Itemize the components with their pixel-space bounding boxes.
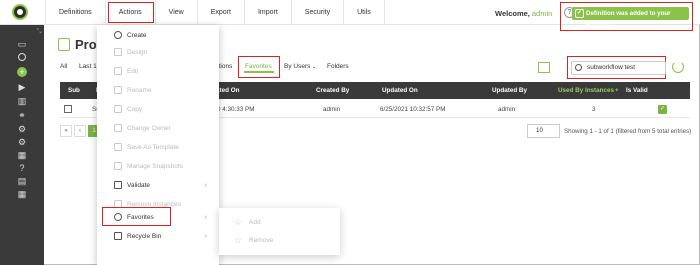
menu-label: Save As Template bbox=[127, 144, 179, 151]
prev-page-button[interactable]: ‹ bbox=[74, 125, 86, 137]
nav-security[interactable]: Security bbox=[292, 0, 345, 25]
nav-actions[interactable]: Actions bbox=[106, 0, 156, 25]
actions-menu: Create Design Edit Rename Copy Change Ow… bbox=[97, 25, 219, 265]
th-created-on[interactable]: ated On bbox=[216, 87, 239, 94]
chevron-right-icon: › bbox=[204, 214, 207, 221]
favorites-submenu: ☆ Add ☆ Remove bbox=[219, 208, 340, 255]
menu-label: Copy bbox=[127, 106, 143, 113]
collapse-icon[interactable]: ⤡ bbox=[34, 27, 44, 37]
tab-folders[interactable]: Folders bbox=[327, 63, 349, 70]
settings-icon[interactable]: ⚙ bbox=[17, 124, 27, 134]
owner-icon bbox=[114, 124, 122, 132]
tab-by-users[interactable]: By Users bbox=[284, 63, 310, 70]
th-updated-by[interactable]: Updated By bbox=[492, 87, 527, 94]
subworkflow-icon bbox=[64, 105, 72, 113]
cell-updated-by: admin bbox=[498, 106, 516, 113]
menu-item-create[interactable]: Create bbox=[97, 27, 219, 44]
cell-created-by: admin bbox=[323, 106, 341, 113]
submenu-item-remove[interactable]: ☆ Remove bbox=[219, 232, 340, 249]
menu-label: Change Owner bbox=[127, 125, 171, 132]
favorites-tab-highlight bbox=[238, 56, 280, 78]
showing-text: Showing 1 - 1 of 1 (filtered from 5 tota… bbox=[564, 128, 692, 135]
dashboard-icon[interactable]: ▭ bbox=[17, 39, 27, 49]
menu-item-design: Design bbox=[97, 44, 219, 61]
welcome-text: Welcome, admin bbox=[495, 9, 552, 18]
nav-utils[interactable]: Utils bbox=[344, 0, 385, 25]
menu-item-save-as-template: Save As Template bbox=[97, 139, 219, 156]
chart-icon[interactable]: ▥ bbox=[17, 96, 27, 106]
menu-label: Recycle Bin bbox=[127, 233, 162, 240]
column-chooser-icon[interactable] bbox=[538, 62, 550, 73]
recycle-bin-icon bbox=[114, 232, 122, 240]
chevron-right-icon: › bbox=[204, 182, 207, 189]
copy-icon bbox=[114, 105, 122, 113]
menu-item-manage-snapshots: Manage Snapshots bbox=[97, 158, 219, 175]
nav-import[interactable]: Import bbox=[245, 0, 292, 25]
chevron-down-icon: ⌄ bbox=[312, 64, 317, 70]
play-icon[interactable]: ▶ bbox=[17, 82, 27, 92]
nav-view[interactable]: View bbox=[156, 0, 198, 25]
process-icon bbox=[58, 38, 70, 51]
chevron-right-icon: › bbox=[204, 233, 207, 240]
question-icon[interactable]: ? bbox=[17, 163, 27, 173]
submenu-item-add[interactable]: ☆ Add bbox=[219, 214, 340, 231]
menu-item-change-owner: Change Owner bbox=[97, 120, 219, 137]
validate-icon bbox=[114, 181, 122, 189]
menu-label: Rename bbox=[127, 87, 152, 94]
th-created-by[interactable]: Created By bbox=[316, 87, 349, 94]
app-logo[interactable] bbox=[12, 4, 28, 20]
snapshot-icon bbox=[114, 162, 122, 170]
star-icon: ☆ bbox=[234, 217, 243, 227]
th-used-by-instances[interactable]: Used By Instances bbox=[558, 87, 614, 94]
menu-item-copy: Copy bbox=[97, 101, 219, 118]
menu-label: Validate bbox=[127, 182, 151, 189]
tab-all[interactable]: All bbox=[60, 63, 67, 70]
welcome-label: Welcome, bbox=[495, 9, 530, 18]
check-icon: ✓ bbox=[575, 9, 584, 18]
grid-icon[interactable]: ▦ bbox=[17, 150, 27, 160]
cell-updated-on: 6/25/2021 10:32:57 PM bbox=[380, 106, 446, 113]
rename-icon bbox=[114, 86, 122, 94]
menu-item-edit: Edit bbox=[97, 63, 219, 80]
link-icon[interactable]: ⚭ bbox=[17, 110, 27, 120]
submenu-label: Remove bbox=[249, 237, 274, 244]
page-size-select[interactable]: 10 bbox=[527, 124, 560, 138]
refresh-icon[interactable] bbox=[672, 61, 684, 73]
search-input[interactable]: subworkflow test bbox=[571, 61, 666, 75]
valid-check-icon: ✓ bbox=[658, 105, 667, 114]
star-icon: ☆ bbox=[234, 235, 243, 245]
create-icon bbox=[114, 31, 122, 39]
menu-label: Edit bbox=[127, 68, 139, 75]
menu-item-rename: Rename bbox=[97, 82, 219, 99]
add-icon[interactable]: + bbox=[17, 67, 27, 77]
success-toast: ✓ Definition was added to your favorites bbox=[572, 7, 689, 30]
main-nav: Definitions Actions View Export Import S… bbox=[45, 0, 385, 25]
record-icon[interactable] bbox=[18, 53, 26, 61]
menu-label: Manage Snapshots bbox=[127, 163, 184, 170]
th-sub[interactable]: Sub bbox=[68, 87, 80, 94]
submenu-label: Add bbox=[249, 219, 261, 226]
menu-item-recycle-bin[interactable]: Recycle Bin › bbox=[97, 228, 219, 245]
sidebar: ⤡ ▭ + ▶ ▥ ⚭ ⚙ ⚙ ▦ ? ▤ ▦ bbox=[0, 25, 44, 265]
document-icon[interactable]: ▤ bbox=[17, 176, 27, 186]
first-page-button[interactable]: « bbox=[60, 125, 72, 137]
menu-label: Design bbox=[127, 49, 148, 56]
template-icon bbox=[114, 143, 122, 151]
settings-plus-icon[interactable]: ⚙ bbox=[17, 137, 27, 147]
apps-icon[interactable]: ▦ bbox=[17, 189, 27, 199]
design-icon bbox=[114, 48, 122, 56]
search-icon bbox=[575, 64, 582, 71]
nav-export[interactable]: Export bbox=[198, 0, 245, 25]
th-is-valid[interactable]: Is Valid bbox=[626, 87, 648, 94]
user-name[interactable]: admin bbox=[532, 9, 552, 18]
menu-item-validate[interactable]: Validate › bbox=[97, 177, 219, 194]
edit-icon bbox=[114, 67, 122, 75]
menu-label: Create bbox=[127, 32, 147, 39]
nav-definitions[interactable]: Definitions bbox=[45, 0, 106, 25]
th-updated-on[interactable]: Updated On bbox=[382, 87, 418, 94]
cell-instances: 3 bbox=[592, 106, 596, 113]
favorites-menu-highlight bbox=[102, 207, 171, 226]
plus-icon: + bbox=[615, 87, 619, 94]
